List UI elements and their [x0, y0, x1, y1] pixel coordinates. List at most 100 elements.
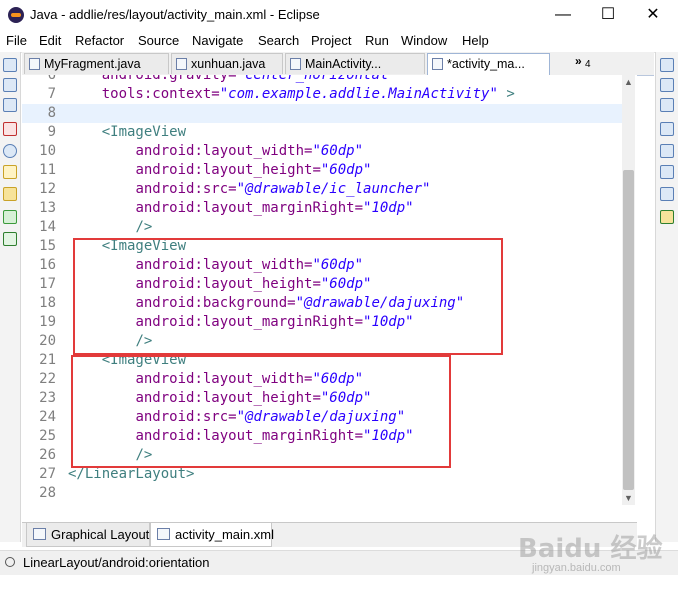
close-button[interactable]: ✕ — [630, 0, 676, 30]
xml-tag: <ImageView — [101, 124, 187, 140]
line-number: 15 — [39, 238, 56, 254]
line-number: 17 — [39, 276, 56, 292]
line-number: 22 — [39, 371, 56, 387]
xml-value: "10dp" — [363, 200, 414, 216]
scroll-down-icon[interactable]: ▼ — [622, 491, 635, 505]
console-icon[interactable] — [3, 187, 17, 201]
left-trim-toolbar — [0, 52, 21, 542]
progress-icon[interactable] — [3, 210, 17, 224]
tab-myfragment[interactable]: MyFragment.java — [24, 53, 169, 74]
declaration-icon[interactable] — [3, 165, 17, 179]
title-bar: Java - addlie/res/layout/activity_main.x… — [0, 0, 678, 30]
line-number: 28 — [39, 485, 56, 501]
code-line[interactable]: 9 <ImageView — [22, 123, 622, 142]
java-file-icon — [176, 58, 187, 70]
line-number: 27 — [39, 466, 56, 482]
xml-attribute: android:layout_marginRight= — [135, 200, 364, 216]
highlight-box-background-imageview — [73, 238, 503, 355]
problems-icon[interactable] — [3, 122, 17, 136]
editor-tab-bar: MyFragment.java xunhuan.java MainActivit… — [22, 52, 654, 76]
highlight-box-src-imageview — [71, 355, 451, 468]
tab-activity-main-xml[interactable]: *activity_ma... — [427, 53, 550, 76]
layout-icon — [33, 528, 46, 540]
tab-xunhuan[interactable]: xunhuan.java — [171, 53, 283, 74]
line-number: 9 — [47, 124, 56, 140]
android-icon[interactable] — [660, 210, 674, 224]
tab-xml-source[interactable]: activity_main.xml — [150, 523, 274, 547]
maximize-button[interactable]: ☐ — [585, 0, 631, 30]
line-number: 13 — [39, 200, 56, 216]
menu-edit[interactable]: Edit — [39, 33, 61, 48]
line-number: 19 — [39, 314, 56, 330]
xml-file-icon — [157, 528, 170, 540]
line-number: 26 — [39, 447, 56, 463]
code-line[interactable]: 7 tools:context="com.example.addlie.Main… — [22, 85, 622, 104]
editor-mode-tabs: Graphical Layout activity_main.xml — [22, 522, 637, 547]
status-bar: LinearLayout/android:orientation — [0, 550, 678, 575]
line-number: 11 — [39, 162, 56, 178]
menu-window[interactable]: Window — [401, 33, 447, 48]
code-text: /> — [68, 218, 152, 237]
line-number: 14 — [39, 219, 56, 235]
tab-overflow-button[interactable]: » — [575, 54, 582, 68]
xml-attribute: tools:context= — [101, 86, 220, 102]
code-line[interactable]: 28 — [22, 484, 622, 503]
menu-file[interactable]: File — [6, 33, 27, 48]
tab-label: xunhuan.java — [191, 57, 266, 71]
line-number: 6 — [47, 75, 56, 83]
xml-attribute: android:layout_width= — [135, 143, 313, 159]
minimize-button[interactable]: — — [540, 0, 586, 30]
menu-refactor[interactable]: Refactor — [75, 33, 124, 48]
xml-tag: > — [497, 86, 515, 102]
properties-icon[interactable] — [660, 144, 674, 158]
xml-value: "com.example.addlie.MainActivity" — [219, 86, 498, 102]
xml-value: "60dp" — [312, 143, 364, 159]
code-line[interactable]: 14 /> — [22, 218, 622, 237]
code-line[interactable]: 6 android:gravity="center_horizontal" — [22, 75, 622, 85]
line-number: 7 — [47, 86, 56, 102]
menu-help[interactable]: Help — [462, 33, 489, 48]
code-text: <ImageView — [68, 123, 186, 142]
scroll-up-icon[interactable]: ▲ — [622, 75, 635, 89]
code-text: tools:context="com.example.addlie.MainAc… — [68, 85, 515, 104]
code-line[interactable]: 13 android:layout_marginRight="10dp" — [22, 199, 622, 218]
menu-project[interactable]: Project — [311, 33, 351, 48]
menu-source[interactable]: Source — [138, 33, 179, 48]
restore-view-icon[interactable] — [660, 165, 674, 179]
tab-mainactivity[interactable]: MainActivity... — [285, 53, 425, 74]
code-line[interactable]: 10 android:layout_width="60dp" — [22, 142, 622, 161]
code-line[interactable]: 8 — [22, 104, 622, 123]
code-line[interactable]: 11 android:layout_height="60dp" — [22, 161, 622, 180]
outline-icon[interactable] — [660, 78, 674, 92]
line-number: 10 — [39, 143, 56, 159]
line-number: 12 — [39, 181, 56, 197]
menu-bar: File Edit Refactor Source Navigate Searc… — [0, 30, 678, 53]
vertical-scrollbar[interactable]: ▲ ▼ — [622, 75, 635, 505]
restore-view-icon[interactable] — [3, 98, 17, 112]
java-file-icon — [290, 58, 301, 70]
tasks-icon[interactable] — [3, 232, 17, 246]
status-text: LinearLayout/android:orientation — [23, 555, 210, 570]
status-icon — [5, 557, 15, 567]
palette-icon[interactable] — [660, 98, 674, 112]
code-text: android:src="@drawable/ic_launcher" — [68, 180, 430, 199]
package-explorer-icon[interactable] — [3, 78, 17, 92]
java-file-icon — [29, 58, 40, 70]
line-number: 25 — [39, 428, 56, 444]
hierarchy-icon[interactable] — [660, 122, 674, 136]
devices-icon[interactable] — [660, 187, 674, 201]
xml-tag: /> — [135, 219, 153, 235]
menu-search[interactable]: Search — [258, 33, 299, 48]
code-line[interactable]: 12 android:src="@drawable/ic_launcher" — [22, 180, 622, 199]
menu-navigate[interactable]: Navigate — [192, 33, 243, 48]
tab-label: MainActivity... — [305, 57, 382, 71]
menu-run[interactable]: Run — [365, 33, 389, 48]
scroll-thumb[interactable] — [623, 170, 634, 490]
javadoc-icon[interactable] — [3, 144, 17, 158]
restore-view-icon[interactable] — [660, 58, 674, 72]
xml-attribute: android:src= — [135, 181, 237, 197]
tab-graphical-layout[interactable]: Graphical Layout — [26, 523, 150, 547]
window-title: Java - addlie/res/layout/activity_main.x… — [30, 7, 320, 22]
code-text: android:gravity="center_horizontal" — [68, 75, 397, 85]
restore-view-icon[interactable] — [3, 58, 17, 72]
